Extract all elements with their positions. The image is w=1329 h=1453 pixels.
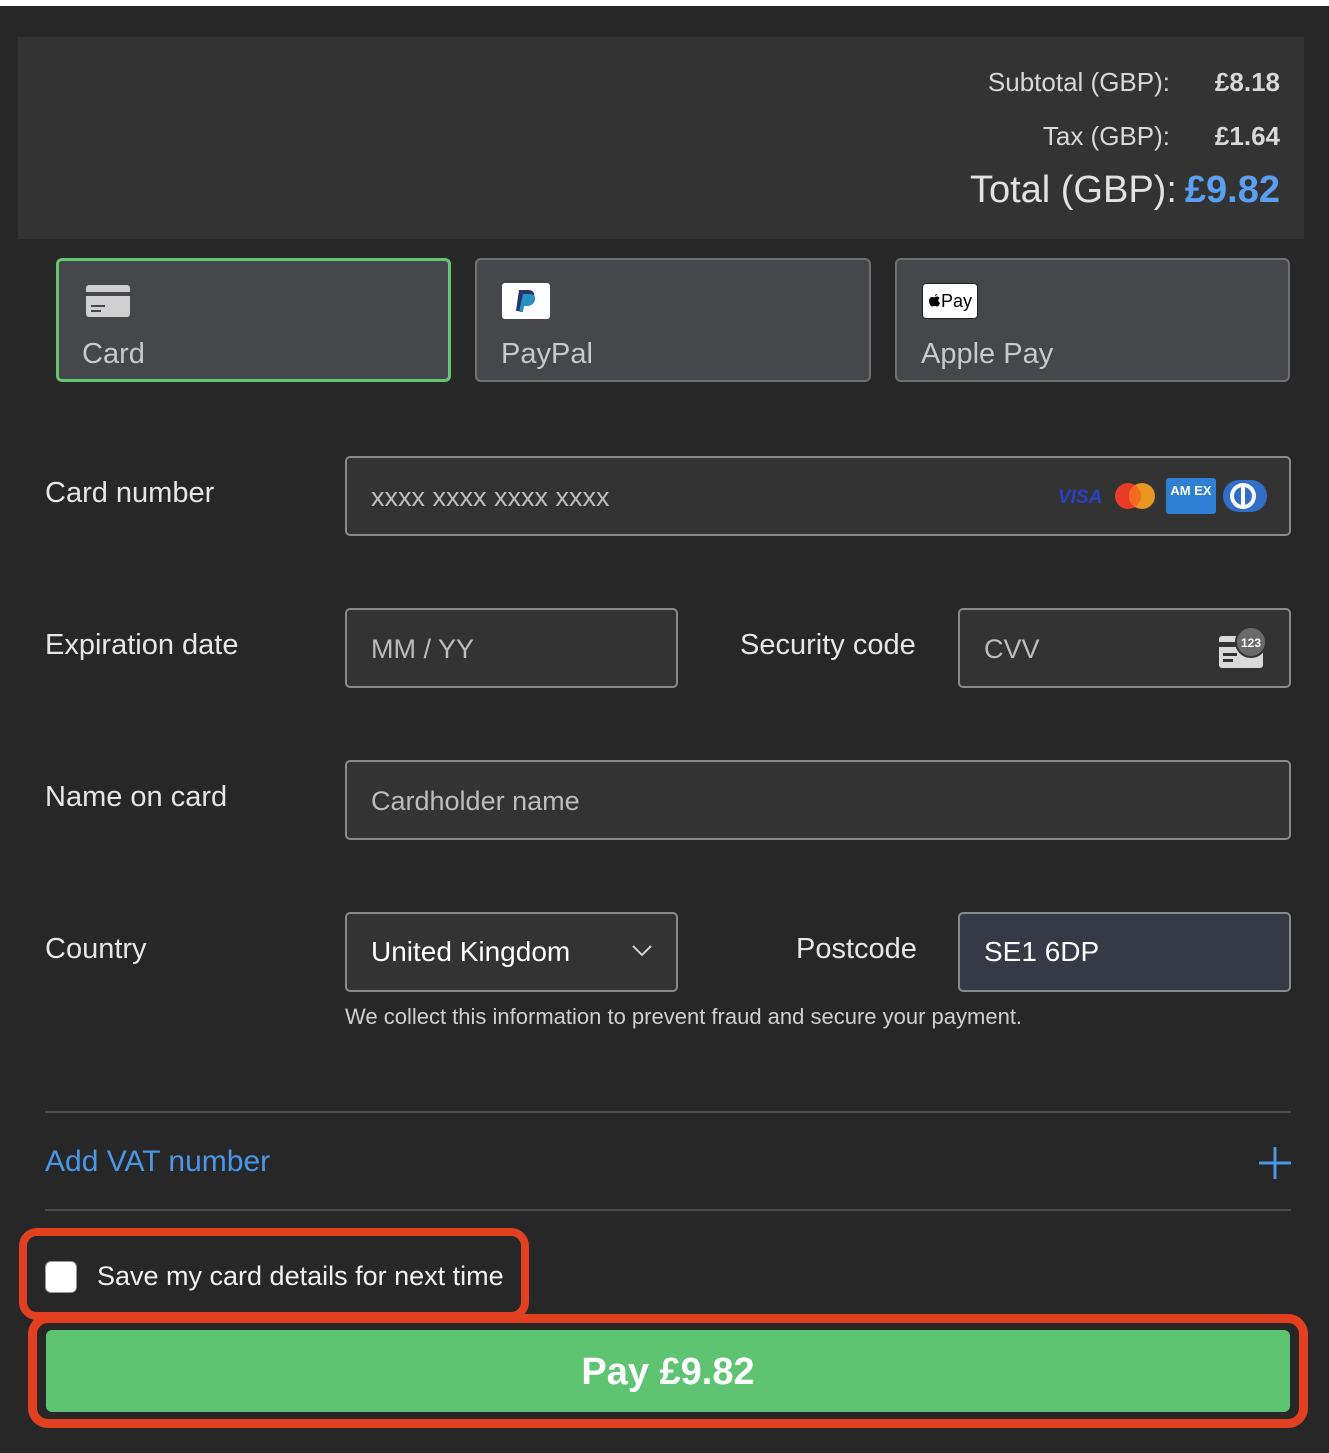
chevron-down-icon: [631, 944, 653, 963]
card-icon: [86, 285, 130, 317]
security-code-input[interactable]: CVV 123: [958, 608, 1291, 688]
payment-method-card-label: Card: [82, 338, 145, 370]
payment-method-paypal[interactable]: PayPal: [475, 258, 871, 382]
save-card-label: Save my card details for next time: [97, 1261, 504, 1291]
payment-method-apple-pay-label: Apple Pay: [921, 338, 1054, 370]
card-number-placeholder: xxxx xxxx xxxx xxxx: [371, 482, 610, 512]
country-label: Country: [45, 933, 147, 965]
apple-pay-icon: Pay: [922, 283, 978, 319]
cardholder-name-placeholder: Cardholder name: [371, 786, 580, 816]
expiration-date-input[interactable]: MM / YY: [345, 608, 678, 688]
country-select[interactable]: United Kingdom: [345, 912, 678, 992]
total-row: Total (GBP): £9.82: [970, 169, 1280, 212]
subtotal-label: Subtotal (GBP):: [987, 67, 1170, 97]
security-code-label: Security code: [740, 629, 916, 661]
paypal-icon: [502, 283, 550, 319]
plus-icon[interactable]: [1255, 1143, 1295, 1183]
postcode-input[interactable]: SE1 6DP: [958, 912, 1291, 992]
tax-row: Tax (GBP): £1.64: [1043, 121, 1280, 152]
divider-top: [45, 1111, 1291, 1113]
total-value: £9.82: [1184, 169, 1280, 211]
cardholder-name-input[interactable]: Cardholder name: [345, 760, 1291, 840]
payment-method-card[interactable]: Card: [56, 258, 451, 382]
subtotal-value: £8.18: [1214, 67, 1280, 97]
postcode-label: Postcode: [796, 933, 917, 965]
divider-bottom: [45, 1209, 1291, 1211]
postcode-value: SE1 6DP: [984, 936, 1100, 967]
visa-text: VISA: [1058, 487, 1102, 508]
tax-label: Tax (GBP):: [1042, 121, 1170, 151]
mastercard-icon: [1111, 480, 1159, 517]
total-label: Total (GBP):: [969, 169, 1177, 211]
payment-method-apple-pay[interactable]: Pay Apple Pay: [895, 258, 1290, 382]
security-code-placeholder: CVV: [984, 634, 1040, 664]
diners-icon: [1223, 478, 1267, 519]
expiration-date-placeholder: MM / YY: [371, 634, 475, 664]
fraud-helper-text: We collect this information to prevent f…: [345, 1004, 1023, 1029]
visa-icon: VISA: [1057, 484, 1105, 513]
subtotal-row: Subtotal (GBP): £8.18: [988, 67, 1280, 98]
apple-pay-mark-text: Pay: [940, 291, 973, 311]
order-summary: Subtotal (GBP): £8.18 Tax (GBP): £1.64 T…: [18, 37, 1304, 239]
expiration-date-label: Expiration date: [45, 629, 239, 661]
payment-method-paypal-label: PayPal: [501, 338, 593, 370]
country-value: United Kingdom: [371, 936, 571, 967]
tax-value: £1.64: [1214, 121, 1280, 151]
card-number-input[interactable]: xxxx xxxx xxxx xxxx VISA AM EX: [345, 456, 1291, 536]
cvv-badge-text: 123: [1241, 636, 1261, 650]
cvv-icon: 123: [1218, 626, 1270, 675]
amex-icon: AM EX: [1166, 478, 1216, 519]
add-vat-number-link[interactable]: Add VAT number: [45, 1145, 270, 1179]
card-number-label: Card number: [45, 477, 215, 509]
save-card-checkbox[interactable]: [45, 1261, 77, 1293]
name-on-card-label: Name on card: [45, 781, 228, 813]
amex-text: AM EX: [1170, 483, 1212, 498]
pay-button[interactable]: Pay £9.82: [46, 1330, 1290, 1412]
